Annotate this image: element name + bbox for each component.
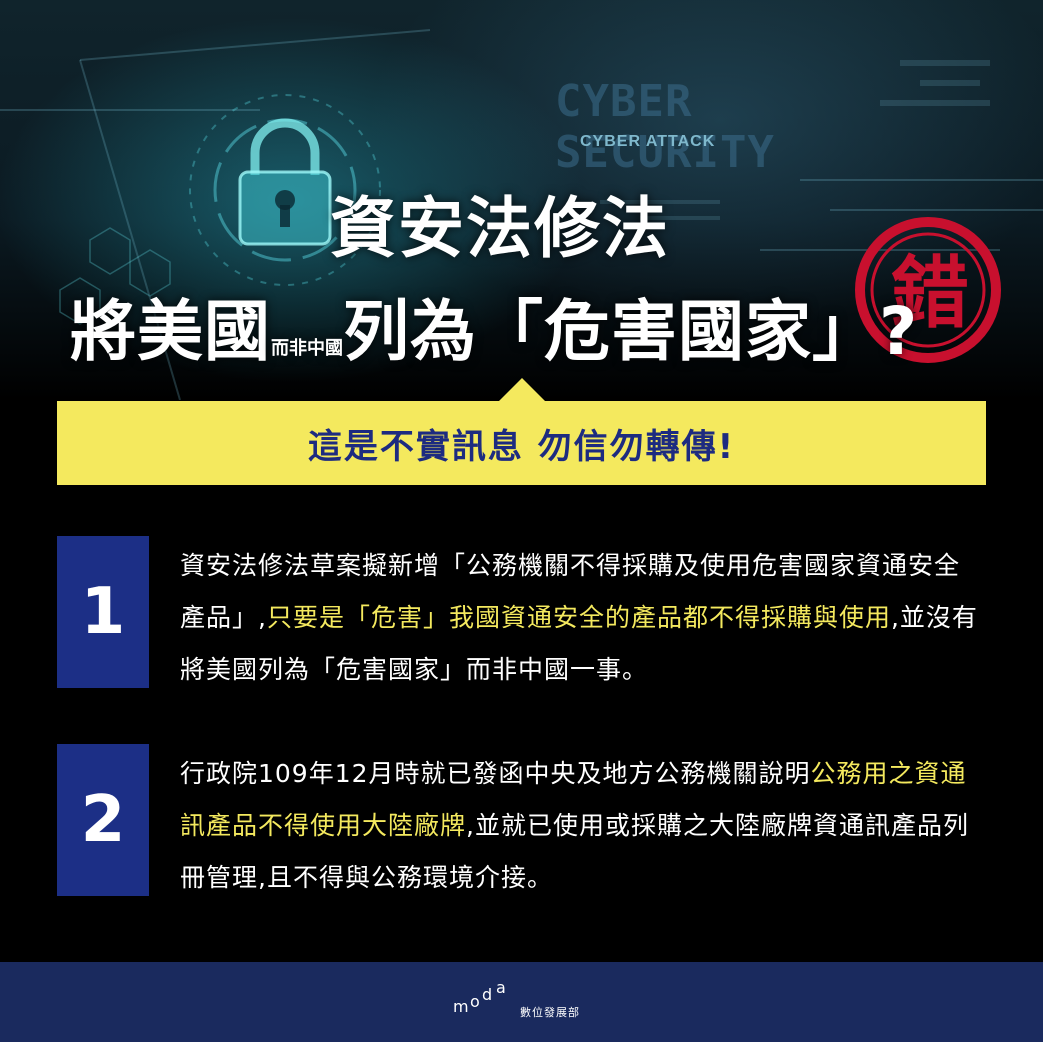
headline-line-1: 資安法修法 (330, 190, 670, 267)
logo-a: a (496, 982, 506, 997)
moda-logo: m o d a (453, 982, 506, 1016)
item-number-box: 2 (57, 744, 149, 896)
footer: m o d a 數位發展部 (0, 962, 1043, 1042)
item-number: 1 (80, 575, 126, 649)
item-text: 行政院109年12月時就已發函中央及地方公務機關說明公務用之資通訊產品不得使用大… (180, 748, 980, 904)
cyber-security-bg-text: CYBER SECURITY (555, 76, 775, 178)
item-text-highlight: 只要是「危害」我國資通安全的產品都不得採購與使用 (266, 603, 891, 632)
item-text-part1: 行政院109年12月時就已發函中央及地方公務機關說明 (180, 759, 811, 788)
callout-text: 這是不實訊息 勿信勿轉傳! (307, 426, 736, 467)
callout-banner: 這是不實訊息 勿信勿轉傳! (57, 401, 986, 485)
item-number-box: 1 (57, 536, 149, 688)
callout-pointer (498, 378, 546, 402)
item-number: 2 (80, 783, 126, 857)
logo-d: d (482, 985, 492, 1004)
headline-line-2-a: 將美國 (70, 293, 271, 370)
cyber-attack-bg-text: CYBER ATTACK (580, 133, 716, 150)
logo-m: m (453, 997, 469, 1016)
logo-o: o (470, 992, 480, 1011)
headline-line-2-small: 而非中國 (271, 338, 343, 359)
headline-line-2-b: 列為「危害國家」? (343, 293, 919, 370)
headline-line-2: 將美國而非中國列為「危害國家」? (70, 278, 990, 374)
org-name: 數位發展部 (520, 1006, 580, 1019)
item-text: 資安法修法草案擬新增「公務機關不得採購及使用危害國家資通安全產品」,只要是「危害… (180, 540, 980, 696)
